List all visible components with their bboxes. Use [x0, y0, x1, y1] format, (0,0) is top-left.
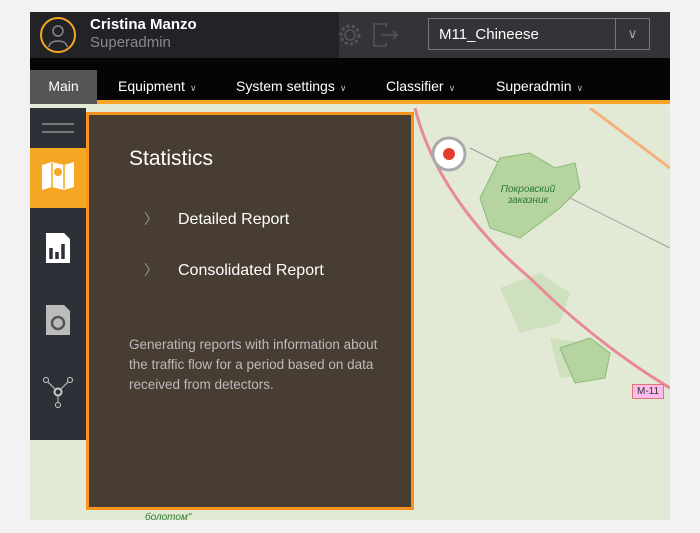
object-select[interactable]: M11_Chineese ∨ [428, 18, 650, 50]
chevron-down-icon: ∨ [339, 83, 347, 93]
map-icon [41, 161, 75, 196]
detailed-report-link[interactable]: 〉 Detailed Report [144, 209, 289, 229]
consolidated-report-link[interactable]: 〉 Consolidated Report [144, 260, 324, 280]
sidebar-item-network[interactable] [30, 364, 86, 424]
nav-superadmin[interactable]: Superadmin ∨ [496, 70, 583, 104]
map-label-swamp: болотом" [145, 512, 192, 520]
road-badge: M-11 [632, 384, 665, 399]
camera-icon [45, 304, 71, 341]
panel-description: Generating reports with information abou… [129, 337, 378, 392]
menu-icon[interactable] [30, 108, 86, 148]
main-nav: Main Equipment ∨ System settings ∨ Classif… [30, 58, 670, 104]
map-label-reserve: Покровский заказник [500, 184, 556, 206]
gear-icon[interactable] [337, 22, 363, 53]
report-icon [45, 232, 71, 269]
chevron-down-icon[interactable]: ∨ [615, 19, 649, 49]
avatar[interactable] [40, 17, 76, 53]
sidebar [30, 108, 86, 440]
header: Cristina Manzo Superadmin M11_Chineese ∨ [30, 12, 670, 58]
chevron-right-icon: 〉 [144, 211, 158, 227]
user-name: Cristina Manzo [90, 16, 197, 33]
nav-classifier[interactable]: Classifier ∨ [386, 70, 455, 104]
nav-system-settings[interactable]: System settings ∨ [236, 70, 346, 104]
sidebar-item-camera[interactable] [30, 292, 86, 352]
nav-equipment[interactable]: Equipment ∨ [118, 70, 197, 104]
sidebar-item-map[interactable] [30, 148, 86, 208]
chevron-down-icon: ∨ [576, 83, 584, 93]
logout-icon[interactable] [372, 22, 400, 53]
chevron-down-icon: ∨ [189, 83, 197, 93]
nav-main[interactable]: Main [30, 70, 97, 104]
user-role: Superadmin [90, 34, 171, 51]
panel-title: Statistics [129, 147, 214, 170]
sidebar-item-reports[interactable] [30, 220, 86, 280]
app: Покровский заказник M-11 болотом" Cristi… [30, 12, 670, 520]
chevron-down-icon: ∨ [448, 83, 456, 93]
statistics-panel: Statistics 〉 Detailed Report 〉 Consolidate… [86, 112, 414, 510]
network-icon [42, 376, 74, 413]
chevron-right-icon: 〉 [144, 262, 158, 278]
